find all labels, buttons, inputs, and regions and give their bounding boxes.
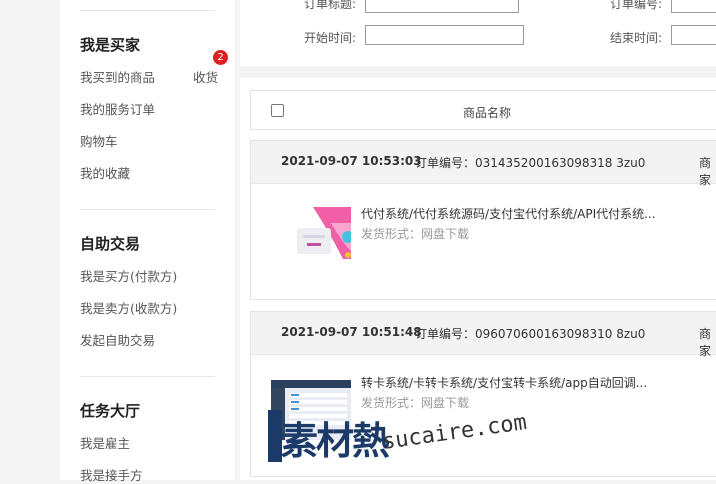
section-title-tasks: 任务大厅 [80,402,141,420]
divider [80,376,215,377]
order-title-input[interactable] [365,0,519,13]
receive-link[interactable]: 收货 [193,67,218,86]
watermark-cn-text: 素材熱 [280,419,390,463]
order-header: 2021-09-07 10:53:03 订单编号：031435200163098… [251,141,716,187]
shipping-method: 发货形式：网盘下载 [361,227,470,241]
column-product-name: 商品名称 [463,106,512,120]
sidebar-item-employer[interactable]: 我是雇主 [80,433,130,452]
end-time-input[interactable] [671,25,716,45]
select-all-checkbox[interactable] [271,104,284,117]
sidebar-item-service-orders[interactable]: 我的服务订单 [80,99,155,118]
order-header: 2021-09-07 10:51:48 订单编号：096070600163098… [251,312,716,358]
start-time-label: 开始时间: [304,31,357,45]
divider [80,10,215,11]
order-number: 订单编号：031435200163098318 3zu0 [415,156,646,170]
order-date: 2021-09-07 10:51:48 [281,325,422,339]
product-thumbnail[interactable] [271,201,351,281]
sidebar: 我是买家 我买到的商品 收货 2 我的服务订单 购物车 我的收藏 自助交易 我是… [60,0,235,483]
product-title-link[interactable]: 代付系统/代付系统源码/支付宝代付系统/API代付系统... [361,205,656,222]
watermark: 素材熱 sucaire.com [268,408,528,468]
sidebar-item-favorites[interactable]: 我的收藏 [80,163,130,182]
sidebar-item-taker[interactable]: 我是接手方 [80,465,143,484]
table-header: 商品名称 [250,90,716,130]
product-title-link[interactable]: 转卡系统/卡转卡系统/支付宝转卡系统/app自动回调... [361,374,647,391]
end-time-label: 结束时间: [610,31,663,45]
watermark-en-text: sucaire.com [380,409,529,455]
section-title-buyer: 我是买家 [80,36,141,54]
order-shop: 商家 [699,156,712,187]
order-card: 2021-09-07 10:53:03 订单编号：031435200163098… [250,140,716,300]
start-time-input[interactable] [365,25,524,45]
sidebar-item-start-trade[interactable]: 发起自助交易 [80,330,155,349]
section-title-trade: 自助交易 [80,235,141,253]
sidebar-item-buyer-payer[interactable]: 我是买方(付款方) [80,266,177,285]
order-no-label: 订单编号: [610,0,663,11]
sidebar-item-cart[interactable]: 购物车 [80,131,118,150]
sidebar-item-seller-payee[interactable]: 我是卖方(收款方) [80,298,177,317]
order-shop: 商家 [699,327,712,358]
divider [80,209,215,210]
order-title-label: 订单标题: [304,0,357,11]
order-number: 订单编号：096070600163098310 8zu0 [415,327,646,341]
search-panel: 订单标题: 订单编号: 开始时间: 结束时间: [240,0,716,66]
sidebar-item-purchased[interactable]: 我买到的商品 [80,67,155,86]
order-no-input[interactable] [671,0,716,13]
notification-badge: 2 [213,50,228,65]
order-date: 2021-09-07 10:53:03 [281,154,422,168]
